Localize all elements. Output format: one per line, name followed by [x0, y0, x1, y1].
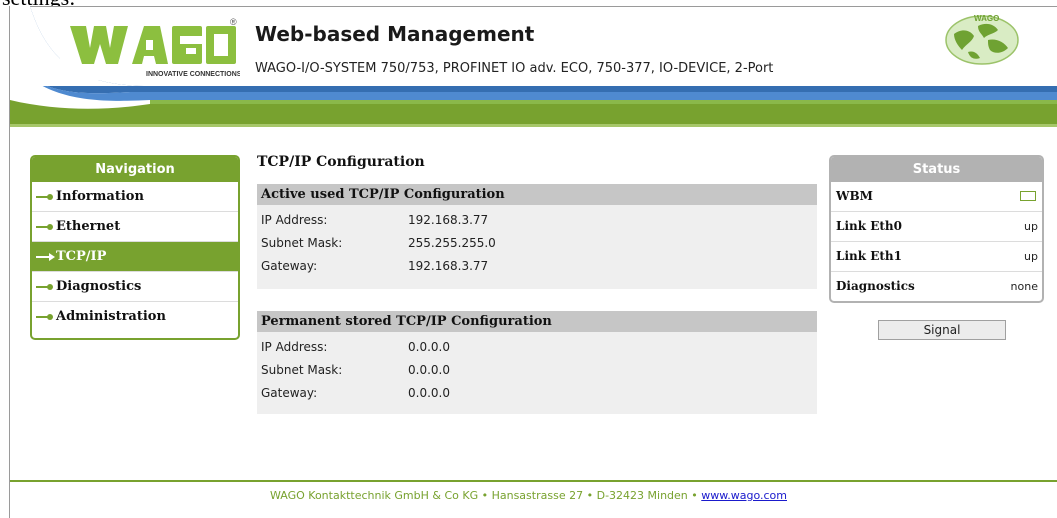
status-label: WBM — [836, 189, 873, 203]
ip-address-row: IP Address: 192.168.3.77 — [257, 209, 817, 232]
footer-city: D-32423 Minden — [596, 489, 688, 502]
subnet-mask-value: 255.255.255.0 — [408, 236, 496, 250]
status-row-link-eth0: Link Eth0 up — [831, 212, 1042, 242]
svg-text:®: ® — [230, 18, 237, 27]
globe-logo-icon: WAGO — [945, 14, 1019, 65]
status-label: Link Eth0 — [836, 219, 902, 233]
nav-item-label: Information — [56, 189, 144, 204]
footer-separator: • — [691, 489, 698, 502]
footer: WAGO Kontakttechnik GmbH & Co KG • Hansa… — [0, 489, 1057, 502]
status-value: none — [1010, 280, 1038, 293]
nav-item-tcpip[interactable]: TCP/IP — [32, 242, 238, 272]
nav-item-label: Diagnostics — [56, 279, 142, 294]
page-title: TCP/IP Configuration — [257, 154, 425, 170]
bullet-icon — [36, 224, 53, 230]
status-row-diagnostics: Diagnostics none — [831, 272, 1042, 301]
navigation-title: Navigation — [32, 157, 238, 182]
status-panel: Status WBM Link Eth0 up Link Eth1 up Dia… — [829, 155, 1044, 303]
subnet-mask-value: 0.0.0.0 — [408, 363, 450, 377]
status-label: Link Eth1 — [836, 249, 902, 263]
nav-item-diagnostics[interactable]: Diagnostics — [32, 272, 238, 302]
footer-address: Hansastrasse 27 — [491, 489, 584, 502]
status-value: up — [1024, 250, 1038, 263]
ip-address-row: IP Address: 0.0.0.0 — [257, 336, 817, 359]
signal-button[interactable]: Signal — [878, 320, 1006, 340]
footer-company: WAGO Kontakttechnik GmbH & Co KG — [270, 489, 479, 502]
navigation-panel: Navigation Information Ethernet TCP/IP D… — [30, 155, 240, 340]
section-title: Permanent stored TCP/IP Configuration — [257, 311, 817, 332]
nav-item-label: Administration — [56, 309, 166, 324]
bullet-icon — [36, 194, 53, 200]
field-label: Gateway: — [261, 259, 318, 273]
arrow-right-icon — [36, 253, 55, 261]
status-label: Diagnostics — [836, 279, 915, 293]
bullet-icon — [36, 284, 53, 290]
gateway-row: Gateway: 0.0.0.0 — [257, 382, 817, 405]
status-row-link-eth1: Link Eth1 up — [831, 242, 1042, 272]
nav-item-label: TCP/IP — [56, 249, 107, 264]
gateway-value: 0.0.0.0 — [408, 386, 450, 400]
status-value: up — [1024, 220, 1038, 233]
field-label: Subnet Mask: — [261, 236, 343, 250]
wago-logo: INNOVATIVE CONNECTIONS ® — [60, 18, 240, 80]
subnet-mask-row: Subnet Mask: 0.0.0.0 — [257, 359, 817, 382]
field-label: IP Address: — [261, 213, 328, 227]
nav-item-label: Ethernet — [56, 219, 121, 234]
active-config-section: Active used TCP/IP Configuration IP Addr… — [257, 184, 817, 289]
footer-separator: • — [481, 489, 489, 502]
svg-text:WAGO: WAGO — [974, 14, 999, 23]
gateway-row: Gateway: 192.168.3.77 — [257, 255, 817, 278]
field-label: Gateway: — [261, 386, 318, 400]
status-row-wbm: WBM — [831, 182, 1042, 212]
ip-address-value: 192.168.3.77 — [408, 213, 489, 227]
footer-separator: • — [586, 489, 594, 502]
section-title: Active used TCP/IP Configuration — [257, 184, 817, 205]
gateway-value: 192.168.3.77 — [408, 259, 489, 273]
stored-config-section: Permanent stored TCP/IP Configuration IP… — [257, 311, 817, 414]
app-title: Web-based Management — [255, 22, 535, 46]
ip-address-value: 0.0.0.0 — [408, 340, 450, 354]
footer-divider — [10, 480, 1057, 482]
nav-item-information[interactable]: Information — [32, 182, 238, 212]
svg-text:INNOVATIVE CONNECTIONS: INNOVATIVE CONNECTIONS — [146, 71, 240, 78]
field-label: IP Address: — [261, 340, 328, 354]
device-description: WAGO-I/O-SYSTEM 750/753, PROFINET IO adv… — [255, 61, 774, 76]
bullet-icon — [36, 314, 53, 320]
field-label: Subnet Mask: — [261, 363, 343, 377]
nav-item-ethernet[interactable]: Ethernet — [32, 212, 238, 242]
footer-website-link[interactable]: www.wago.com — [701, 489, 787, 502]
led-indicator-icon — [1020, 191, 1036, 201]
subnet-mask-row: Subnet Mask: 255.255.255.0 — [257, 232, 817, 255]
status-title: Status — [831, 157, 1042, 182]
nav-item-administration[interactable]: Administration — [32, 302, 238, 331]
